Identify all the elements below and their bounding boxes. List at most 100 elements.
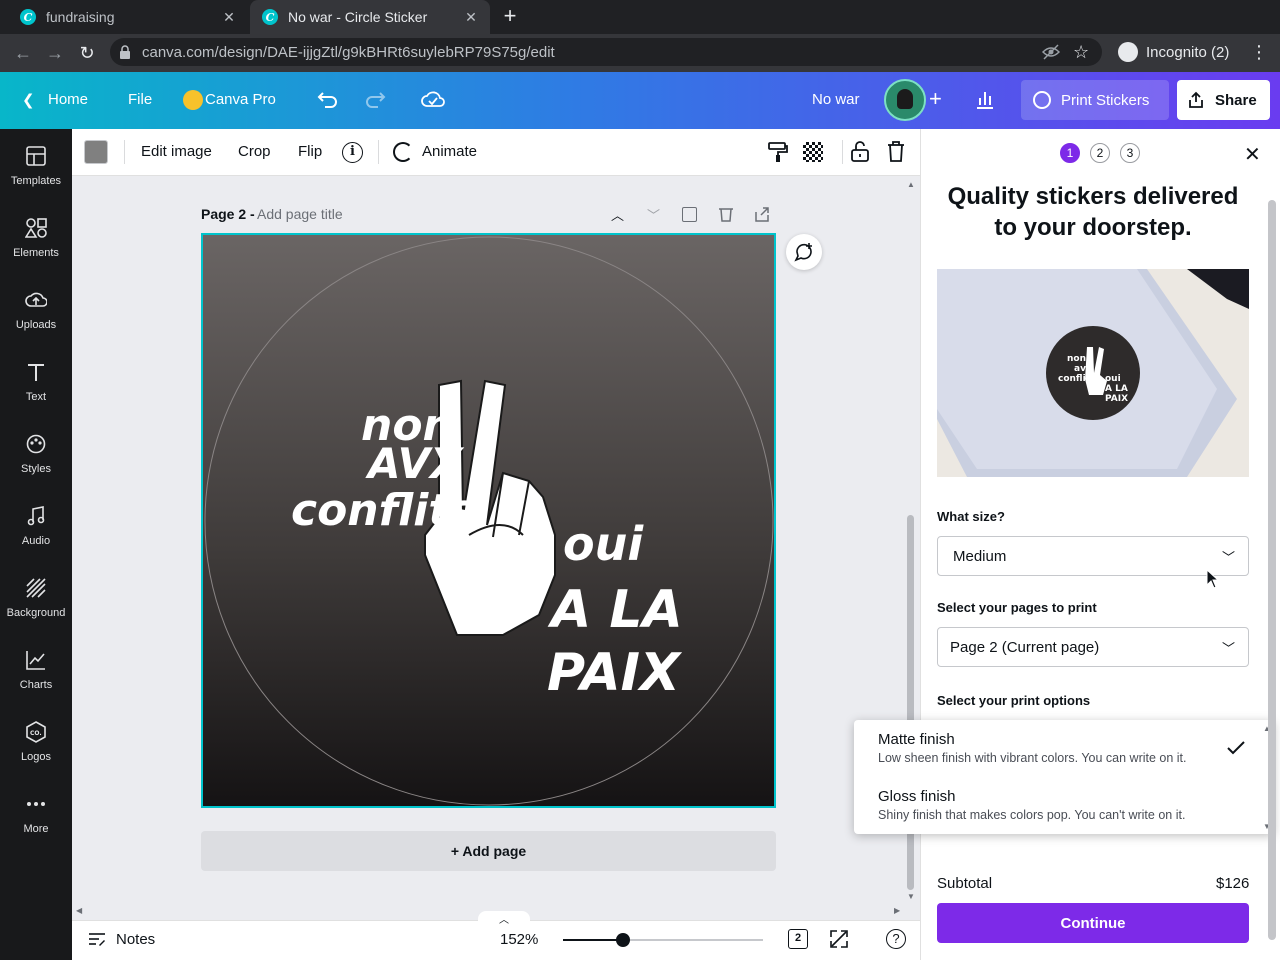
rail-item-styles[interactable]: Styles xyxy=(0,431,72,495)
tab-title: fundraising xyxy=(46,9,115,25)
flip-button[interactable]: Flip xyxy=(298,143,322,160)
tab-title: No war - Circle Sticker xyxy=(288,9,428,25)
rail-item-uploads[interactable]: Uploads xyxy=(0,287,72,351)
finish-option-description[interactable]: Low sheen finish with vibrant colors. Yo… xyxy=(878,751,1187,765)
unlock-icon[interactable] xyxy=(851,140,869,162)
rail-item-text[interactable]: Text xyxy=(0,359,72,423)
design-text-aux: AVX xyxy=(365,439,465,488)
add-page-button[interactable]: + Add page xyxy=(201,831,776,871)
step-indicator[interactable]: 3 xyxy=(1120,143,1140,163)
zoom-slider[interactable] xyxy=(563,939,763,941)
transparency-icon[interactable] xyxy=(803,142,823,162)
chevron-down-icon[interactable]: ﹀ xyxy=(1222,547,1235,566)
zoom-level[interactable]: 152% xyxy=(500,931,538,948)
eye-slash-icon[interactable] xyxy=(1042,44,1060,60)
back-arrow-icon[interactable]: ← xyxy=(12,42,34,64)
scroll-right-arrow-icon[interactable]: ▶ xyxy=(894,906,900,915)
delete-page-icon[interactable] xyxy=(719,206,733,222)
browser-menu-icon[interactable]: ⋮ xyxy=(1250,42,1268,63)
finish-option-description[interactable]: Shiny finish that makes colors pop. You … xyxy=(878,808,1185,822)
rail-item-logos[interactable]: CO. Logos xyxy=(0,719,72,783)
rail-item-templates[interactable]: Templates xyxy=(0,143,72,207)
new-tab-icon[interactable]: + xyxy=(498,5,522,29)
notes-icon[interactable] xyxy=(88,931,106,947)
color-swatch[interactable] xyxy=(84,140,108,164)
forward-arrow-icon[interactable]: → xyxy=(44,42,66,64)
zoom-slider-thumb[interactable] xyxy=(616,933,630,947)
rail-item-label: Charts xyxy=(19,679,53,691)
animate-button[interactable]: Animate xyxy=(422,143,477,160)
close-panel-icon[interactable]: ✕ xyxy=(1244,142,1261,167)
browser-tab-no-war[interactable]: C No war - Circle Sticker ✕ xyxy=(250,0,490,34)
help-icon[interactable]: ? xyxy=(886,929,906,949)
url-text[interactable]: canva.com/design/DAE-ijjgZtl/g9kBHRt6suy… xyxy=(142,44,555,61)
page-title-input[interactable]: Add page title xyxy=(257,206,343,222)
rail-item-label: Background xyxy=(6,607,66,619)
home-button[interactable]: Home xyxy=(48,91,88,108)
file-menu-button[interactable]: File xyxy=(128,91,152,108)
user-avatar[interactable] xyxy=(884,79,926,121)
chevron-down-icon[interactable]: ﹀ xyxy=(1222,638,1235,657)
svg-text:oui: oui xyxy=(1105,374,1121,384)
chevron-up-icon[interactable]: ︿ xyxy=(611,205,624,224)
info-icon[interactable]: i xyxy=(342,142,363,163)
reload-icon[interactable]: ↻ xyxy=(76,42,98,64)
rail-item-charts[interactable]: Charts xyxy=(0,647,72,711)
step-indicator[interactable]: 1 xyxy=(1060,143,1080,163)
add-comment-button[interactable] xyxy=(786,234,822,270)
browser-tab-fundraising[interactable]: C fundraising ✕ xyxy=(8,0,248,34)
rail-item-elements[interactable]: Elements xyxy=(0,215,72,279)
pages-select[interactable]: Page 2 (Current page) xyxy=(937,627,1249,667)
edit-image-button[interactable]: Edit image xyxy=(141,143,212,160)
notes-button[interactable]: Notes xyxy=(116,931,155,948)
show-pages-toggle[interactable]: ︿ xyxy=(478,911,530,926)
share-page-icon[interactable] xyxy=(754,206,770,222)
fullscreen-icon[interactable] xyxy=(830,930,848,948)
audio-icon xyxy=(0,503,72,529)
close-tab-icon[interactable]: ✕ xyxy=(462,8,480,26)
sticker-design[interactable]: non AVX conflits oui A LA PAIX xyxy=(201,233,776,808)
rail-item-audio[interactable]: Audio xyxy=(0,503,72,567)
finish-option-title[interactable]: Gloss finish xyxy=(878,788,956,805)
trash-icon[interactable] xyxy=(887,141,905,162)
analytics-icon[interactable] xyxy=(975,89,995,109)
step-indicator[interactable]: 2 xyxy=(1090,143,1110,163)
sticker-icon xyxy=(1033,91,1051,109)
size-value: Medium xyxy=(953,547,1007,565)
canva-favicon-icon: C xyxy=(20,9,36,25)
cloud-saved-icon[interactable] xyxy=(421,89,445,109)
uploads-icon xyxy=(0,287,72,313)
paint-roller-icon[interactable] xyxy=(768,141,788,163)
elements-icon xyxy=(0,215,72,241)
print-stickers-button[interactable]: Print Stickers xyxy=(1021,80,1169,120)
continue-button[interactable]: Continue xyxy=(937,903,1249,943)
background-icon xyxy=(0,575,72,601)
design-title[interactable]: No war xyxy=(812,91,860,108)
chevron-down-icon[interactable]: ﹀ xyxy=(647,205,660,224)
crop-button[interactable]: Crop xyxy=(238,143,271,160)
close-tab-icon[interactable]: ✕ xyxy=(220,8,238,26)
rail-item-label: Logos xyxy=(21,751,51,763)
chevron-left-icon[interactable]: ❮ xyxy=(22,91,35,109)
print-stickers-label: Print Stickers xyxy=(1061,91,1150,109)
page-count-button[interactable]: 2 xyxy=(788,929,808,949)
scroll-left-arrow-icon[interactable]: ◀ xyxy=(76,906,82,915)
duplicate-page-icon[interactable] xyxy=(682,207,697,222)
comment-icon xyxy=(794,243,812,262)
redo-icon[interactable] xyxy=(364,89,386,109)
panel-scrollbar[interactable] xyxy=(1268,200,1276,940)
bookmark-star-icon[interactable]: ☆ xyxy=(1073,42,1089,63)
rail-item-more[interactable]: More xyxy=(0,791,72,855)
rail-item-background[interactable]: Background xyxy=(0,575,72,639)
canva-pro-button[interactable]: Canva Pro xyxy=(205,91,276,108)
undo-icon[interactable] xyxy=(317,89,339,109)
share-button[interactable]: Share xyxy=(1177,80,1270,120)
size-select[interactable]: Medium xyxy=(937,536,1249,576)
incognito-profile[interactable]: Incognito (2) xyxy=(1110,39,1242,65)
finish-option-title[interactable]: Matte finish xyxy=(878,731,955,748)
add-collaborator-icon[interactable]: + xyxy=(929,88,942,110)
mouse-cursor-icon xyxy=(1206,569,1220,589)
scroll-down-arrow-icon[interactable]: ▼ xyxy=(907,892,915,901)
scroll-up-arrow-icon[interactable]: ▲ xyxy=(907,180,915,189)
lock-icon[interactable] xyxy=(119,45,131,59)
